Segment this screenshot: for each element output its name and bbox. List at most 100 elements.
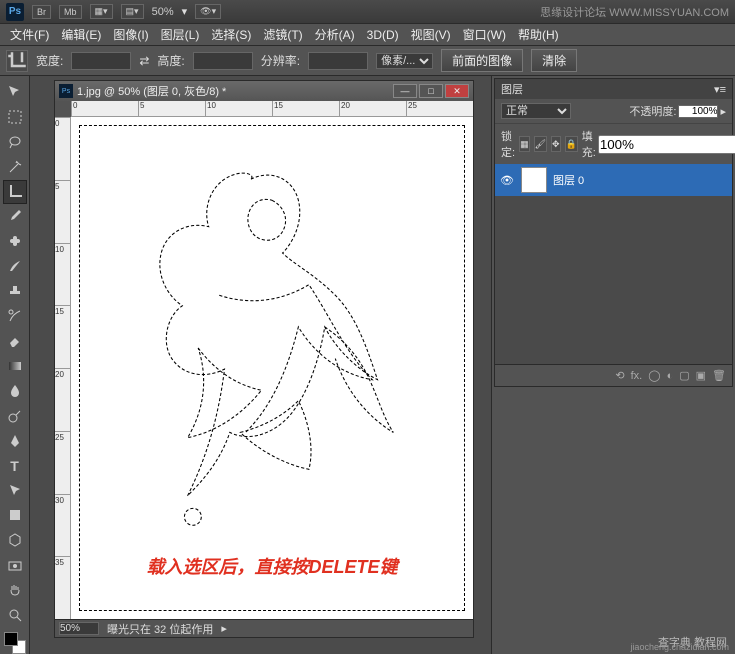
menu-file[interactable]: 文件(F)	[4, 26, 55, 43]
toolbox: T	[0, 76, 30, 654]
lock-all-icon[interactable]: 🔒	[565, 136, 578, 152]
mask-icon[interactable]: ◯	[648, 369, 660, 382]
width-label: 宽度:	[36, 52, 63, 69]
folder-icon[interactable]: ▢	[679, 369, 689, 382]
type-tool[interactable]: T	[3, 454, 27, 478]
opacity-label: 不透明度:	[629, 103, 676, 119]
layer-thumbnail[interactable]	[521, 167, 547, 193]
view-extras-button[interactable]: 👁▾	[195, 4, 221, 19]
stamp-tool[interactable]	[3, 279, 27, 303]
menu-3d[interactable]: 3D(D)	[361, 28, 405, 42]
layers-panel-footer: ⟲ fx. ◯ ◐ ▢ ▣ 🗑	[495, 364, 732, 386]
status-arrow-icon[interactable]: ▸	[221, 622, 227, 635]
height-label: 高度:	[157, 52, 184, 69]
history-brush-tool[interactable]	[3, 304, 27, 328]
status-message: 曝光只在 32 位起作用	[107, 621, 213, 637]
menu-analysis[interactable]: 分析(A)	[309, 26, 361, 43]
adjustment-icon[interactable]: ◐	[667, 370, 674, 382]
site-watermark-url: jiaocheng.chazidian.com	[630, 642, 729, 652]
blend-mode-select[interactable]: 正常	[501, 103, 571, 119]
height-input[interactable]	[193, 52, 253, 70]
unit-select[interactable]: 像素/...	[376, 53, 433, 69]
new-layer-icon[interactable]: ▣	[696, 369, 706, 382]
layer-list: 👁 图层 0	[495, 164, 732, 364]
zoom-tool[interactable]	[3, 603, 27, 627]
menu-select[interactable]: 选择(S)	[205, 26, 257, 43]
opacity-input[interactable]	[678, 105, 718, 118]
foreground-color[interactable]	[4, 632, 18, 646]
lock-position-icon[interactable]: ✥	[551, 136, 561, 152]
swap-icon[interactable]: ⇄	[139, 54, 149, 68]
layer-row[interactable]: 👁 图层 0	[495, 164, 732, 196]
status-zoom-input[interactable]	[59, 622, 99, 635]
close-button[interactable]: ✕	[445, 84, 469, 98]
layers-tab[interactable]: 图层	[501, 81, 523, 97]
fx-icon[interactable]: fx.	[631, 370, 643, 382]
minimize-button[interactable]: —	[393, 84, 417, 98]
lock-label: 锁定:	[501, 128, 515, 160]
width-input[interactable]	[71, 52, 131, 70]
wand-tool[interactable]	[3, 155, 27, 179]
menu-layer[interactable]: 图层(L)	[155, 26, 206, 43]
brush-tool[interactable]	[3, 254, 27, 278]
document-title: 1.jpg @ 50% (图层 0, 灰色/8) *	[77, 83, 226, 99]
menu-edit[interactable]: 编辑(E)	[55, 26, 107, 43]
menu-image[interactable]: 图像(I)	[107, 26, 154, 43]
ps-doc-icon: Ps	[59, 84, 73, 98]
menu-view[interactable]: 视图(V)	[405, 26, 457, 43]
ruler-vertical: 05101520253035	[55, 117, 71, 619]
shape-tool[interactable]	[3, 503, 27, 527]
crop-tool-icon[interactable]	[6, 50, 28, 72]
options-bar: 宽度: ⇄ 高度: 分辨率: 像素/... 前面的图像 清除	[0, 46, 735, 76]
canvas[interactable]: 载入选区后，直接按DELETE键	[71, 117, 473, 619]
maximize-button[interactable]: □	[419, 84, 443, 98]
lock-pixels-icon[interactable]: 🖌	[534, 136, 547, 152]
titlebar-credit: 思缘设计论坛 WWW.MISSYUAN.COM	[540, 4, 729, 20]
arrange-button[interactable]: ▤▾	[121, 4, 144, 19]
layer-name[interactable]: 图层 0	[553, 172, 584, 188]
clear-button[interactable]: 清除	[531, 49, 577, 72]
front-image-button[interactable]: 前面的图像	[441, 49, 523, 72]
document-window: Ps 1.jpg @ 50% (图层 0, 灰色/8) * — □ ✕ 0510…	[54, 80, 474, 638]
opacity-dropdown-icon[interactable]: ▸	[720, 105, 726, 118]
3d-tool[interactable]	[3, 528, 27, 552]
marquee-tool[interactable]	[3, 105, 27, 129]
move-tool[interactable]	[3, 80, 27, 104]
menu-help[interactable]: 帮助(H)	[512, 26, 565, 43]
delete-layer-icon[interactable]: 🗑	[712, 369, 726, 382]
visibility-icon[interactable]: 👁	[499, 172, 515, 188]
healing-tool[interactable]	[3, 229, 27, 253]
screen-mode-button[interactable]: ▦▾	[90, 4, 113, 19]
path-select-tool[interactable]	[3, 479, 27, 503]
fill-input[interactable]	[598, 135, 735, 154]
resolution-input[interactable]	[308, 52, 368, 70]
document-titlebar[interactable]: Ps 1.jpg @ 50% (图层 0, 灰色/8) * — □ ✕	[55, 81, 473, 101]
hand-tool[interactable]	[3, 578, 27, 602]
zoom-dropdown-icon[interactable]: ▾	[182, 5, 188, 18]
lock-transparent-icon[interactable]: ▦	[519, 136, 530, 152]
ps-logo: Ps	[6, 3, 24, 21]
menu-window[interactable]: 窗口(W)	[457, 26, 512, 43]
ruler-horizontal: 0510152025	[71, 101, 473, 117]
zoom-level[interactable]: 50%	[152, 6, 174, 18]
workspace: Ps 1.jpg @ 50% (图层 0, 灰色/8) * — □ ✕ 0510…	[30, 76, 491, 654]
eyedropper-tool[interactable]	[3, 205, 27, 229]
fill-label: 填充:	[582, 128, 596, 160]
camera-tool[interactable]	[3, 553, 27, 577]
menu-bar: 文件(F) 编辑(E) 图像(I) 图层(L) 选择(S) 滤镜(T) 分析(A…	[0, 24, 735, 46]
gradient-tool[interactable]	[3, 354, 27, 378]
document-status-bar: 曝光只在 32 位起作用 ▸	[55, 619, 473, 637]
menu-filter[interactable]: 滤镜(T)	[257, 26, 308, 43]
pen-tool[interactable]	[3, 429, 27, 453]
blur-tool[interactable]	[3, 379, 27, 403]
color-swatch[interactable]	[4, 632, 26, 654]
bridge-button[interactable]: Br	[32, 5, 51, 19]
link-layers-icon[interactable]: ⟲	[615, 369, 624, 382]
eraser-tool[interactable]	[3, 329, 27, 353]
dodge-tool[interactable]	[3, 404, 27, 428]
panel-menu-icon[interactable]: ▾≡	[714, 83, 726, 96]
minibridge-button[interactable]: Mb	[59, 5, 82, 19]
lasso-tool[interactable]	[3, 130, 27, 154]
crop-tool[interactable]	[3, 180, 27, 204]
resolution-label: 分辨率:	[261, 52, 300, 69]
